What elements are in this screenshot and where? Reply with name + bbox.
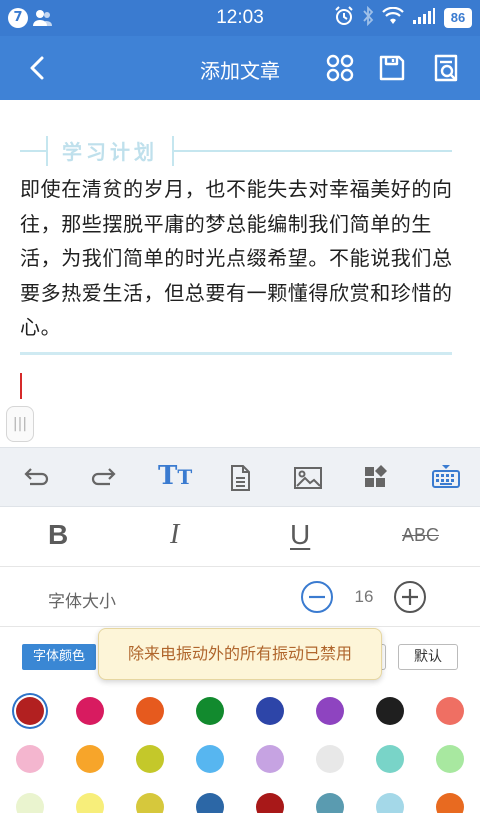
article-body-text[interactable]: 即使在清贫的岁月，也不能失去对幸福美好的向往，那些摆脱平庸的梦总能编制我们简单的… bbox=[20, 172, 460, 345]
color-swatch[interactable] bbox=[136, 793, 164, 813]
color-swatch[interactable] bbox=[76, 745, 104, 773]
color-swatch[interactable] bbox=[316, 697, 344, 725]
color-swatch[interactable] bbox=[256, 745, 284, 773]
color-swatch[interactable] bbox=[436, 745, 464, 773]
section-heading: 学习计划 bbox=[20, 134, 452, 168]
alarm-icon bbox=[334, 6, 354, 30]
page-title: 添加文章 bbox=[200, 59, 280, 83]
editor-toolbar: TT bbox=[0, 447, 480, 507]
redo-icon[interactable] bbox=[88, 462, 120, 494]
status-icons: 86 bbox=[334, 5, 472, 30]
color-swatch[interactable] bbox=[16, 745, 44, 773]
undo-icon[interactable] bbox=[20, 462, 52, 494]
heading-bracket-left bbox=[46, 136, 48, 166]
text-cursor bbox=[20, 373, 22, 399]
color-swatch[interactable] bbox=[376, 697, 404, 725]
app-screen: 7 12:03 86 添加文章 学习计划 即使在清贫的岁月，也不能失去对幸福美好… bbox=[0, 0, 480, 813]
preview-search-icon[interactable] bbox=[430, 52, 462, 84]
heading-rule-right bbox=[174, 150, 452, 152]
plus-circle-icon[interactable] bbox=[393, 580, 427, 614]
content-divider bbox=[20, 352, 452, 355]
image-icon[interactable] bbox=[292, 462, 324, 494]
color-swatch[interactable] bbox=[136, 697, 164, 725]
color-swatch[interactable] bbox=[316, 745, 344, 773]
wifi-icon bbox=[382, 6, 404, 29]
color-swatch[interactable] bbox=[316, 793, 344, 813]
color-swatch[interactable] bbox=[436, 793, 464, 813]
color-swatch[interactable] bbox=[376, 793, 404, 813]
grid-icon[interactable] bbox=[324, 52, 356, 84]
color-swatch[interactable] bbox=[196, 745, 224, 773]
bold-button[interactable]: B bbox=[48, 519, 68, 551]
text-format-tool[interactable]: TT bbox=[158, 461, 192, 491]
font-size-row: 字体大小 16 bbox=[0, 567, 480, 627]
battery-indicator: 86 bbox=[444, 8, 472, 28]
font-size-value: 16 bbox=[354, 587, 374, 606]
default-color-button[interactable]: 默认 bbox=[398, 644, 458, 670]
color-swatch[interactable] bbox=[76, 697, 104, 725]
strikethrough-button[interactable]: ABC bbox=[402, 525, 439, 546]
signal-icon bbox=[412, 7, 436, 29]
bluetooth-icon bbox=[362, 5, 374, 30]
status-bar: 7 12:03 86 bbox=[0, 0, 480, 36]
keyboard-icon[interactable] bbox=[428, 462, 464, 494]
article-editor[interactable]: 学习计划 即使在清贫的岁月，也不能失去对幸福美好的向往，那些摆脱平庸的梦总能编制… bbox=[0, 100, 480, 447]
title-bar: 添加文章 bbox=[0, 36, 480, 100]
save-icon[interactable] bbox=[376, 52, 408, 84]
underline-button[interactable]: U bbox=[290, 519, 310, 551]
toast-notification: 除来电振动外的所有振动已禁用 bbox=[98, 628, 382, 680]
color-swatch[interactable] bbox=[376, 745, 404, 773]
heading-rule-left bbox=[20, 150, 46, 152]
color-swatch[interactable] bbox=[136, 745, 164, 773]
color-swatch[interactable] bbox=[196, 697, 224, 725]
text-style-row: B I U ABC bbox=[0, 507, 480, 567]
color-swatch[interactable] bbox=[256, 697, 284, 725]
font-size-label: 字体大小 bbox=[48, 592, 116, 612]
document-icon[interactable] bbox=[224, 462, 256, 494]
font-color-tab[interactable]: 字体颜色 bbox=[22, 644, 96, 670]
color-swatch[interactable] bbox=[76, 793, 104, 813]
italic-button[interactable]: I bbox=[170, 519, 179, 551]
color-swatch[interactable] bbox=[436, 697, 464, 725]
widgets-icon[interactable] bbox=[360, 462, 392, 494]
color-swatch[interactable] bbox=[196, 793, 224, 813]
color-swatch[interactable] bbox=[16, 793, 44, 813]
color-swatch[interactable] bbox=[16, 697, 44, 725]
heading-text: 学习计划 bbox=[62, 140, 158, 164]
color-swatch-grid bbox=[0, 687, 480, 813]
drag-handle[interactable]: ||| bbox=[6, 406, 34, 442]
minus-circle-icon[interactable] bbox=[300, 580, 334, 614]
back-arrow-icon[interactable] bbox=[22, 52, 54, 84]
color-swatch[interactable] bbox=[256, 793, 284, 813]
